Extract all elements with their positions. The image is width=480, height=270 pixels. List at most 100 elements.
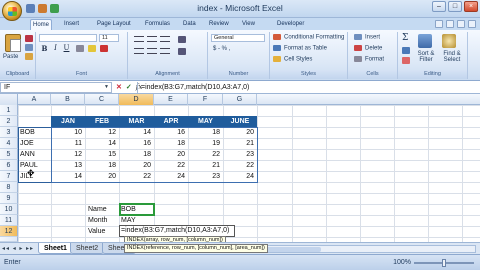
row-header-1[interactable]: 1 xyxy=(0,105,18,116)
number-format-buttons[interactable]: $ - % , xyxy=(213,46,230,52)
name-box[interactable]: IF ▼ xyxy=(0,82,112,93)
cell-styles-button[interactable]: Cell Styles xyxy=(273,56,312,63)
name-label[interactable]: Name xyxy=(88,204,107,215)
tab-data[interactable]: Data xyxy=(181,19,198,30)
align-left-icon[interactable] xyxy=(134,48,144,54)
merge-center-icon[interactable] xyxy=(178,48,186,55)
row-header-7[interactable]: 7 xyxy=(0,171,18,182)
zoom-slider-thumb[interactable] xyxy=(442,258,446,267)
format-painter-icon[interactable] xyxy=(25,53,33,60)
font-name-select[interactable] xyxy=(39,34,97,42)
month-label[interactable]: Month xyxy=(88,215,107,226)
row-header-11[interactable]: 11 xyxy=(0,215,18,226)
format-cells-button[interactable]: Format xyxy=(354,56,384,63)
align-middle-icon[interactable] xyxy=(147,36,157,42)
copy-icon[interactable] xyxy=(25,44,33,51)
zoom-slider[interactable] xyxy=(414,258,474,267)
align-bottom-icon[interactable] xyxy=(160,36,170,42)
find-select-icon[interactable] xyxy=(442,34,456,48)
enter-button[interactable]: ✓ xyxy=(126,83,132,91)
align-top-icon[interactable] xyxy=(134,36,144,42)
chevron-down-icon[interactable]: ▼ xyxy=(104,84,110,91)
tab-developer[interactable]: Developer xyxy=(275,19,306,30)
tab-home[interactable]: Home xyxy=(30,19,53,30)
column-header-c[interactable]: C xyxy=(85,94,119,105)
delete-icon xyxy=(354,45,362,51)
month-header[interactable]: JUNE xyxy=(223,116,257,127)
column-header-b[interactable]: B xyxy=(51,94,85,105)
column-header-f[interactable]: F xyxy=(188,94,223,105)
formula-input[interactable]: =index(B3:G7,match(D10,A3:A7,0) xyxy=(137,82,480,93)
month-header[interactable]: FEB xyxy=(85,116,119,127)
column-header-a[interactable]: A xyxy=(18,94,51,105)
wb-restore-icon[interactable] xyxy=(457,20,465,28)
wrap-text-icon[interactable] xyxy=(178,36,186,43)
format-as-table-button[interactable]: Format as Table xyxy=(273,45,327,52)
row-header-2[interactable]: 2 xyxy=(0,116,18,127)
paste-icon[interactable] xyxy=(5,34,21,52)
column-header-e[interactable]: E xyxy=(154,94,188,105)
maximize-button[interactable]: □ xyxy=(448,1,462,12)
row-header-4[interactable]: 4 xyxy=(0,138,18,149)
window-title: index - Microsoft Excel xyxy=(197,3,283,13)
fill-icon[interactable] xyxy=(402,47,410,54)
value-label[interactable]: Value xyxy=(88,226,105,237)
conditional-formatting-button[interactable]: Conditional Formatting xyxy=(273,34,344,41)
fill-color-icon[interactable] xyxy=(88,45,96,52)
find-select-button[interactable]: Find & Select xyxy=(440,51,464,63)
function-tooltip-alt: INDEX(reference, row_num, [column_num], … xyxy=(124,244,268,253)
group-styles: Conditional Formatting Format as Table C… xyxy=(270,32,348,79)
tab-formulas[interactable]: Formulas xyxy=(143,19,172,30)
cancel-entry-button[interactable]: ✕ xyxy=(116,83,122,91)
wb-minimize-icon[interactable] xyxy=(446,20,454,28)
tab-review[interactable]: Review xyxy=(207,19,231,30)
align-right-icon[interactable] xyxy=(160,48,170,54)
autosum-button[interactable]: Σ xyxy=(402,33,408,43)
row-header-5[interactable]: 5 xyxy=(0,149,18,160)
number-format-select[interactable]: General xyxy=(211,34,265,42)
month-header[interactable]: JAN xyxy=(51,116,85,127)
worksheet-grid[interactable]: A B C D E F G 1 2 3 4 5 6 7 8 9 10 11 12… xyxy=(0,94,480,245)
minimize-button[interactable]: – xyxy=(432,1,446,12)
underline-button[interactable]: U xyxy=(62,44,71,53)
column-header-g[interactable]: G xyxy=(223,94,257,105)
help-icon[interactable] xyxy=(435,20,443,28)
zoom-level[interactable]: 100% xyxy=(393,259,411,266)
sort-filter-icon[interactable] xyxy=(418,34,432,48)
office-button[interactable] xyxy=(2,1,22,21)
sheet-nav-buttons[interactable]: ◂◂ ◂ ▸ ▸▸ xyxy=(2,245,34,252)
row-header-6[interactable]: 6 xyxy=(0,160,18,171)
month-header[interactable]: MAY xyxy=(188,116,223,127)
row-header-9[interactable]: 9 xyxy=(0,193,18,204)
italic-button[interactable]: I xyxy=(51,44,60,53)
borders-icon[interactable] xyxy=(76,45,84,52)
column-header-d[interactable]: D xyxy=(119,94,154,105)
select-all-corner[interactable] xyxy=(0,94,18,105)
tab-insert[interactable]: Insert xyxy=(62,19,81,30)
font-size-select[interactable]: 11 xyxy=(99,34,119,42)
insert-cells-button[interactable]: Insert xyxy=(354,34,380,41)
clear-icon[interactable] xyxy=(402,57,410,64)
tooltip-line-2[interactable]: INDEX(reference, row_num, [column_num], … xyxy=(127,245,265,252)
paste-button[interactable]: Paste xyxy=(3,54,18,60)
wb-close-icon[interactable] xyxy=(468,20,476,28)
align-center-icon[interactable] xyxy=(147,48,157,54)
sheet-tab-sheet1[interactable]: Sheet1 xyxy=(38,243,73,254)
font-label: Font xyxy=(36,70,127,79)
sheet-tab-sheet2[interactable]: Sheet2 xyxy=(70,243,105,254)
month-header[interactable]: APR xyxy=(154,116,188,127)
font-color-icon[interactable] xyxy=(100,45,108,52)
month-header[interactable]: MAR xyxy=(119,116,154,127)
bold-button[interactable]: B xyxy=(40,44,49,53)
row-header-10[interactable]: 10 xyxy=(0,204,18,215)
cut-icon[interactable] xyxy=(25,35,33,42)
close-button[interactable]: × xyxy=(464,1,478,12)
sort-filter-button[interactable]: Sort & Filter xyxy=(414,51,438,63)
tab-view[interactable]: View xyxy=(240,19,257,30)
gridline xyxy=(360,105,361,242)
delete-cells-button[interactable]: Delete xyxy=(354,45,382,52)
row-header-12[interactable]: 12 xyxy=(0,226,18,237)
tab-page-layout[interactable]: Page Layout xyxy=(95,19,133,30)
row-header-8[interactable]: 8 xyxy=(0,182,18,193)
row-header-3[interactable]: 3 xyxy=(0,127,18,138)
